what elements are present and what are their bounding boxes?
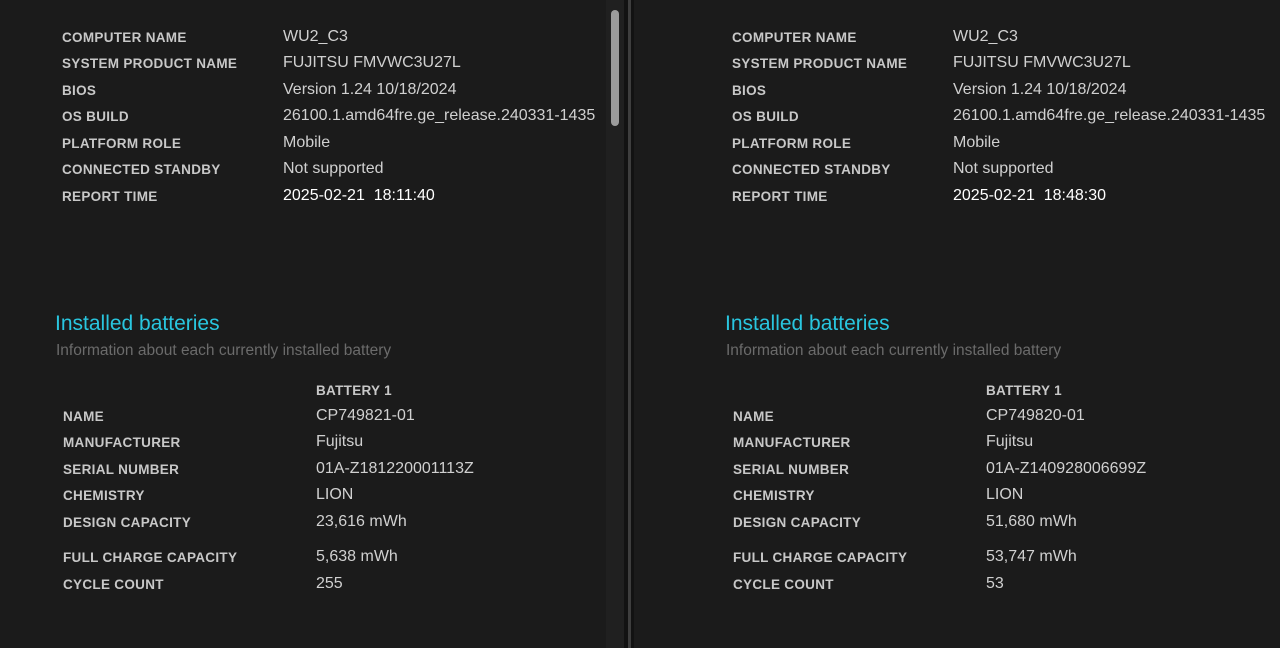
battery-label-design-capacity: DESIGN CAPACITY — [63, 515, 192, 530]
battery-value-cycle-count: 53 — [986, 575, 1004, 592]
battery-value-name: CP749821-01 — [316, 407, 415, 424]
battery-value-design-capacity: 51,680 mWh — [986, 513, 1077, 530]
system-label-bios: BIOS — [732, 83, 767, 98]
battery-label-name: NAME — [733, 409, 774, 424]
battery-value-cycle-count: 255 — [316, 575, 343, 592]
system-value-report-time: 2025-02-21 18:48:30 — [953, 187, 1107, 204]
system-value-os-build: 26100.1.amd64fre.ge_release.240331-1435 — [283, 107, 596, 124]
system-label-bios: BIOS — [62, 83, 97, 98]
battery-value-manufacturer: Fujitsu — [986, 433, 1034, 450]
scrollbar-thumb[interactable] — [611, 10, 619, 126]
battery-value-chemistry: LION — [316, 486, 354, 503]
split-divider-line — [628, 0, 631, 648]
system-value-bios: Version 1.24 10/18/2024 — [953, 81, 1127, 98]
system-label-product-name: SYSTEM PRODUCT NAME — [62, 56, 238, 71]
battery-value-name: CP749820-01 — [986, 407, 1085, 424]
battery-value-chemistry: LION — [986, 486, 1024, 503]
installed-batteries-title: Installed batteries — [725, 312, 890, 335]
system-label-computer-name: COMPUTER NAME — [732, 30, 857, 45]
battery-label-chemistry: CHEMISTRY — [733, 488, 815, 503]
system-value-connected-standby: Not supported — [283, 160, 384, 177]
system-label-platform-role: PLATFORM ROLE — [732, 136, 852, 151]
battery-label-cycle-count: CYCLE COUNT — [63, 577, 164, 592]
battery-label-serial-number: SERIAL NUMBER — [733, 462, 850, 477]
battery-value-serial-number: 01A-Z181220001113Z — [316, 460, 474, 477]
battery-column-header: BATTERY 1 — [316, 383, 392, 398]
battery-value-full-charge-capacity: 53,747 mWh — [986, 548, 1077, 565]
system-value-computer-name: WU2_C3 — [283, 28, 348, 45]
system-label-computer-name: COMPUTER NAME — [62, 30, 187, 45]
battery-value-serial-number: 01A-Z140928006699Z — [986, 460, 1147, 477]
battery-value-manufacturer: Fujitsu — [316, 433, 364, 450]
split-divider[interactable] — [624, 0, 634, 648]
battery-label-manufacturer: MANUFACTURER — [733, 435, 851, 450]
system-label-report-time: REPORT TIME — [732, 189, 828, 204]
battery-value-full-charge-capacity: 5,638 mWh — [316, 548, 398, 565]
battery-label-manufacturer: MANUFACTURER — [63, 435, 181, 450]
left-pane-scrollbar[interactable] — [606, 0, 624, 648]
battery-label-full-charge-capacity: FULL CHARGE CAPACITY — [733, 550, 908, 565]
battery-report-comparison: COMPUTER NAME WU2_C3 SYSTEM PRODUCT NAME… — [0, 0, 1280, 648]
system-value-product-name: FUJITSU FMVWC3U27L — [953, 54, 1131, 71]
system-label-connected-standby: CONNECTED STANDBY — [732, 162, 891, 177]
system-label-platform-role: PLATFORM ROLE — [62, 136, 182, 151]
installed-batteries-title: Installed batteries — [55, 312, 220, 335]
system-value-report-time: 2025-02-21 18:11:40 — [283, 187, 435, 204]
battery-value-design-capacity: 23,616 mWh — [316, 513, 407, 530]
system-value-bios: Version 1.24 10/18/2024 — [283, 81, 457, 98]
battery-label-chemistry: CHEMISTRY — [63, 488, 145, 503]
battery-label-full-charge-capacity: FULL CHARGE CAPACITY — [63, 550, 238, 565]
battery-column-header: BATTERY 1 — [986, 383, 1062, 398]
system-value-platform-role: Mobile — [283, 134, 331, 151]
installed-batteries-subtitle: Information about each currently install… — [726, 342, 1062, 359]
system-value-computer-name: WU2_C3 — [953, 28, 1018, 45]
system-label-product-name: SYSTEM PRODUCT NAME — [732, 56, 908, 71]
battery-label-cycle-count: CYCLE COUNT — [733, 577, 834, 592]
left-report-pane[interactable]: COMPUTER NAME WU2_C3 SYSTEM PRODUCT NAME… — [0, 0, 606, 648]
system-label-os-build: OS BUILD — [732, 109, 799, 124]
system-value-product-name: FUJITSU FMVWC3U27L — [283, 54, 461, 71]
system-value-platform-role: Mobile — [953, 134, 1001, 151]
system-label-report-time: REPORT TIME — [62, 189, 158, 204]
system-value-os-build: 26100.1.amd64fre.ge_release.240331-1435 — [953, 107, 1266, 124]
system-label-connected-standby: CONNECTED STANDBY — [62, 162, 221, 177]
battery-label-name: NAME — [63, 409, 104, 424]
system-label-os-build: OS BUILD — [62, 109, 129, 124]
installed-batteries-subtitle: Information about each currently install… — [56, 342, 392, 359]
battery-label-serial-number: SERIAL NUMBER — [63, 462, 180, 477]
right-report-pane[interactable]: COMPUTER NAME WU2_C3 SYSTEM PRODUCT NAME… — [634, 0, 1280, 648]
battery-label-design-capacity: DESIGN CAPACITY — [733, 515, 862, 530]
system-value-connected-standby: Not supported — [953, 160, 1054, 177]
